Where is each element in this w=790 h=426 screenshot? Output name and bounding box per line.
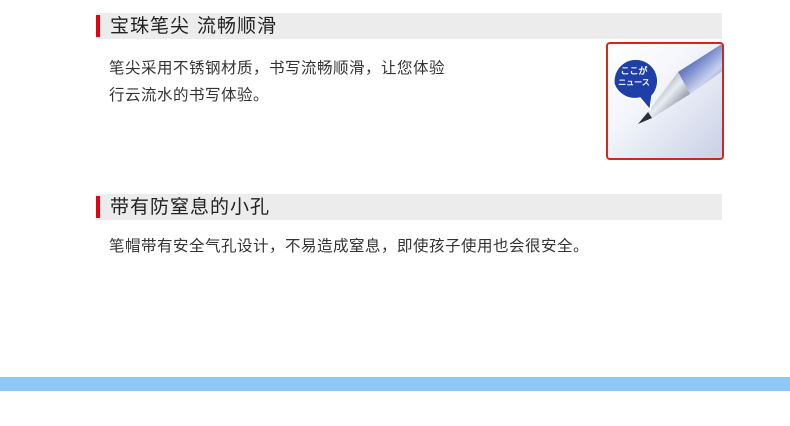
description-safety: 笔帽带有安全气孔设计，不易造成窒息，即使孩子使用也会很安全。 bbox=[109, 233, 589, 260]
badge-text-2: ニュース bbox=[618, 78, 650, 87]
pen-tip-illustration: ここが ニュース bbox=[613, 44, 722, 124]
description-line-1: 笔帽带有安全气孔设计，不易造成窒息，即使孩子使用也会很安全。 bbox=[109, 237, 590, 255]
pen-tip-image: ここが ニュース bbox=[606, 42, 724, 160]
description-tip: 笔尖采用不锈钢材质，书写流畅顺滑，让您体验 行云流水的书写体验。 bbox=[109, 55, 445, 109]
section-title-safety: 带有防窒息的小孔 bbox=[110, 196, 271, 218]
section-header-safety: 带有防窒息的小孔 bbox=[96, 194, 722, 220]
bottom-divider-stripe bbox=[0, 377, 790, 391]
accent-bar bbox=[96, 15, 100, 37]
description-line-1: 笔尖采用不锈钢材质，书写流畅顺滑，让您体验 bbox=[109, 59, 446, 77]
badge-text-1: ここが bbox=[620, 65, 648, 77]
accent-bar bbox=[96, 196, 100, 218]
section-header-tip: 宝珠笔尖 流畅顺滑 bbox=[96, 13, 722, 39]
description-line-2: 行云流水的书写体验。 bbox=[109, 86, 270, 104]
speech-bubble-icon: ここが ニュース bbox=[613, 58, 659, 112]
section-title-tip: 宝珠笔尖 流畅顺滑 bbox=[110, 15, 278, 37]
